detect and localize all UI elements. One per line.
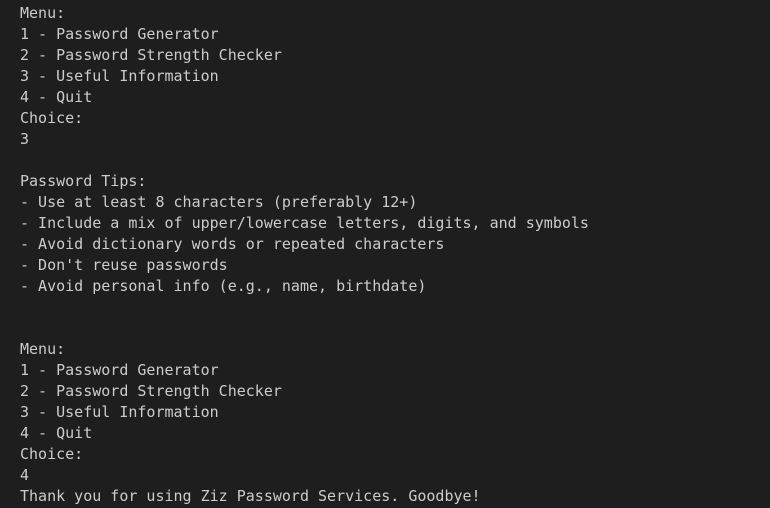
menu-option-password-strength-checker: 2 - Password Strength Checker [20,46,282,64]
tip-line: - Include a mix of upper/lowercase lette… [20,214,589,232]
menu-option-password-generator: 1 - Password Generator [20,25,219,43]
menu-option-useful-information: 3 - Useful Information [20,403,219,421]
menu-option-quit: 4 - Quit [20,88,93,106]
tip-line: - Don't reuse passwords [20,256,228,274]
menu-option-password-strength-checker: 2 - Password Strength Checker [20,382,282,400]
choice-prompt: Choice: [20,109,84,127]
tip-line: - Avoid personal info (e.g., name, birth… [20,277,427,295]
goodbye-message: Thank you for using Ziz Password Service… [20,487,481,505]
choice-input: 3 [20,130,30,148]
tip-line: - Avoid dictionary words or repeated cha… [20,235,445,253]
menu-heading: Menu: [20,4,66,22]
console-output: Menu: 1 - Password Generator 2 - Passwor… [0,0,770,508]
choice-input: 4 [20,466,30,484]
password-tips-heading: Password Tips: [20,172,147,190]
menu-option-password-generator: 1 - Password Generator [20,361,219,379]
tip-line: - Use at least 8 characters (preferably … [20,193,418,211]
choice-prompt: Choice: [20,445,84,463]
menu-heading: Menu: [20,340,66,358]
menu-option-quit: 4 - Quit [20,424,93,442]
menu-option-useful-information: 3 - Useful Information [20,67,219,85]
